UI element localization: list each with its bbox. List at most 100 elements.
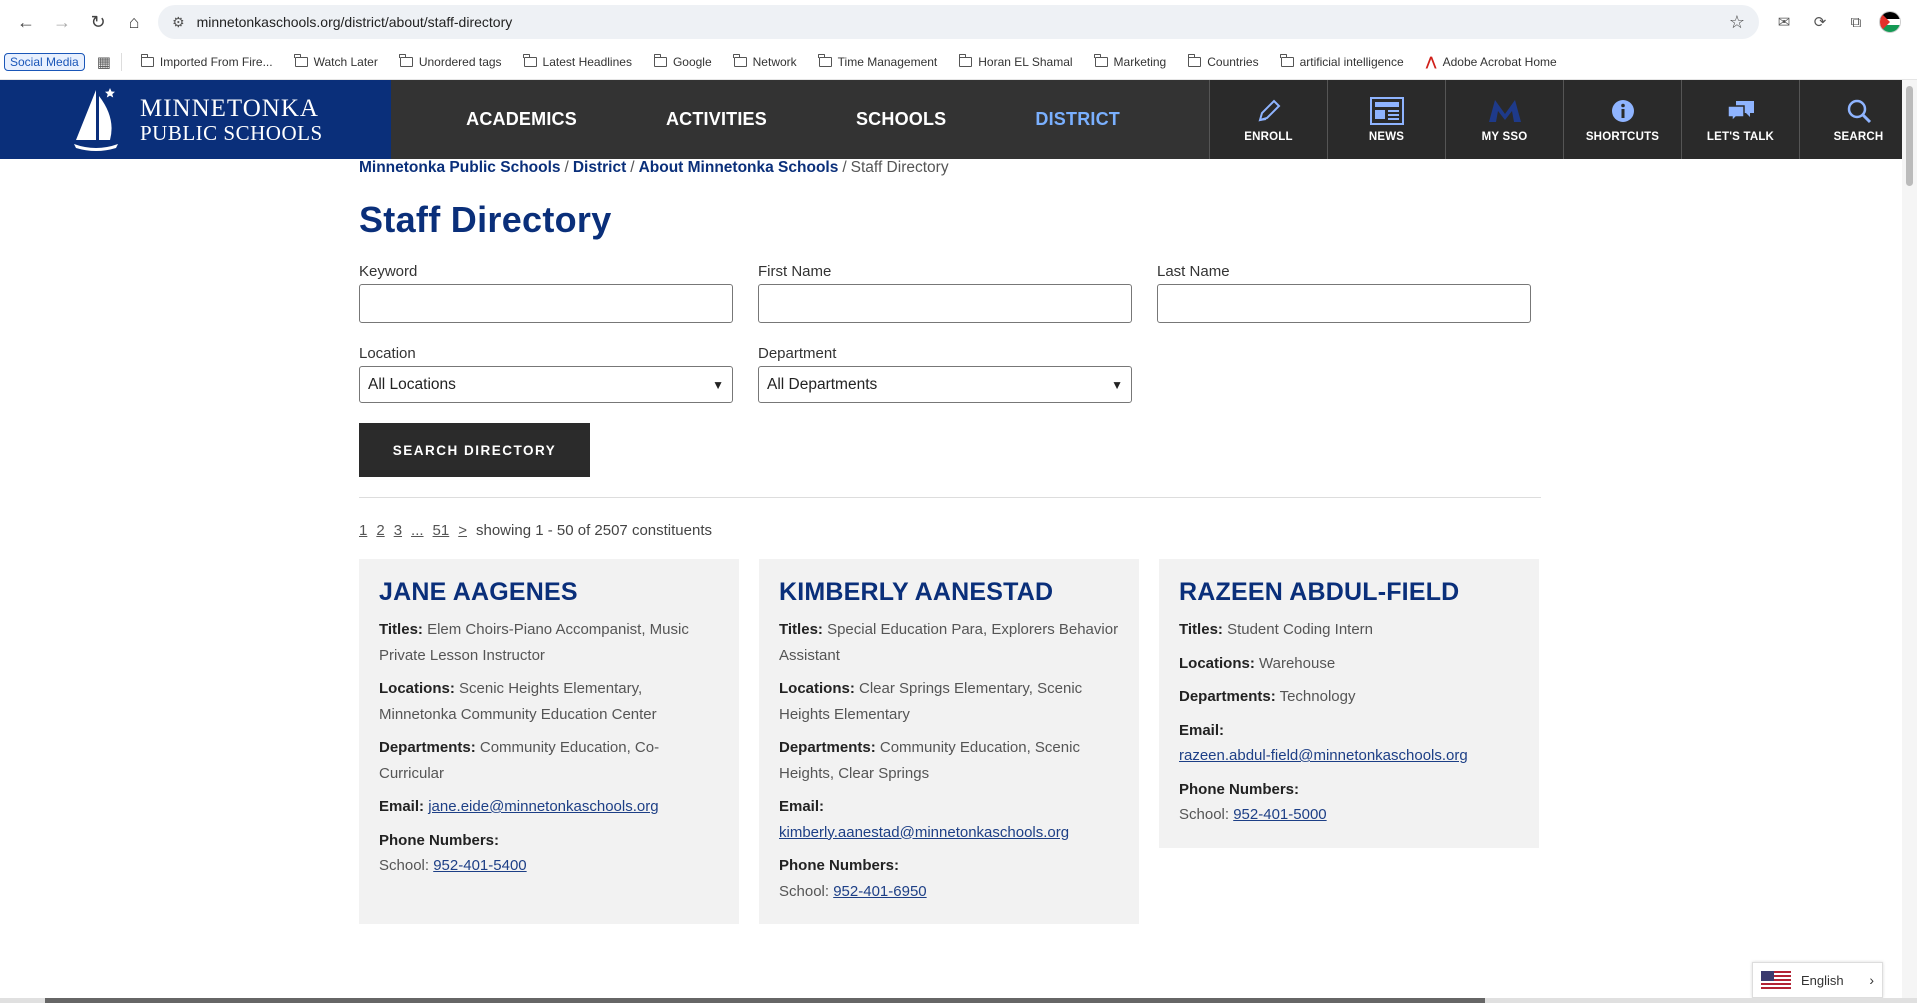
staff-titles: Elem Choirs-Piano Accompanist, Music Pri… — [379, 621, 689, 664]
location-select[interactable]: All Locations ▼ — [359, 366, 733, 403]
page-link[interactable]: 3 — [394, 522, 402, 539]
nav-activities[interactable]: ACTIVITIES — [666, 109, 767, 130]
forward-button[interactable]: → — [44, 4, 80, 40]
folder-icon — [818, 53, 832, 67]
staff-phone-link[interactable]: 952-401-6950 — [833, 883, 926, 900]
department-label: Department — [758, 345, 837, 362]
nav-academics[interactable]: ACADEMICS — [466, 109, 577, 130]
staff-email-link[interactable]: kimberly.aanestad@minnetonkaschools.org — [779, 824, 1069, 841]
search-icon — [1846, 97, 1872, 125]
util-shortcuts[interactable]: SHORTCUTS — [1563, 80, 1681, 159]
first-name-label: First Name — [758, 263, 832, 280]
breadcrumb-current: Staff Directory — [850, 159, 949, 176]
page-title: Staff Directory — [359, 199, 612, 240]
bookmark-folder[interactable]: Marketing — [1086, 53, 1176, 69]
page-link-last[interactable]: 51 — [433, 522, 450, 539]
bookmark-folder[interactable]: Countries — [1179, 53, 1267, 69]
language-selector[interactable]: English › — [1752, 962, 1883, 998]
breadcrumb: Minnetonka Public Schools / District / About… — [359, 159, 949, 176]
browser-toolbar: ← → ↻ ⌂ ⚙ minnetonkaschools.org/district… — [0, 0, 1917, 44]
bookmark-folder[interactable]: Time Management — [810, 53, 947, 69]
util-search[interactable]: SEARCH — [1799, 80, 1917, 159]
breadcrumb-home[interactable]: Minnetonka Public Schools — [359, 159, 561, 176]
scrollbar-thumb[interactable] — [45, 998, 1485, 1003]
folder-icon — [1094, 53, 1108, 67]
folder-icon — [958, 53, 973, 67]
bookmark-star-icon[interactable]: ☆ — [1729, 12, 1745, 33]
staff-email-link[interactable]: razeen.abdul-field@minnetonkaschools.org — [1179, 747, 1468, 764]
horizontal-scrollbar[interactable] — [0, 998, 1917, 1003]
bookmark-folder[interactable]: Google — [645, 53, 721, 69]
page-link[interactable]: 2 — [376, 522, 384, 539]
mail-extension-icon[interactable]: ✉ — [1771, 9, 1797, 35]
staff-email-link[interactable]: jane.eide@minnetonkaschools.org — [428, 798, 658, 815]
pagination: 1 2 3 ... 51 > showing 1 - 50 of 2507 co… — [359, 522, 1541, 539]
sailboat-logo-icon — [74, 87, 118, 151]
search-form-row-1: Keyword First Name Last Name — [359, 263, 1541, 323]
staff-card: JANE AAGENES Titles: Elem Choirs-Piano A… — [359, 559, 739, 924]
back-button[interactable]: ← — [8, 4, 44, 40]
vertical-scrollbar[interactable] — [1902, 80, 1917, 1003]
bookmark-social-media[interactable]: Social Media — [4, 52, 85, 71]
nav-schools[interactable]: SCHOOLS — [856, 109, 946, 130]
site-logo[interactable]: MINNETONKA PUBLIC SCHOOLS — [0, 80, 392, 159]
staff-phone-link[interactable]: 952-401-5400 — [433, 857, 526, 874]
location-label: Location — [359, 345, 416, 362]
extensions-puzzle-icon[interactable]: ⧉ — [1843, 9, 1869, 35]
department-select[interactable]: All Departments ▼ — [758, 366, 1132, 403]
profile-avatar[interactable] — [1879, 11, 1901, 33]
apps-grid-icon[interactable]: ▦ — [97, 52, 122, 71]
sync-extension-icon[interactable]: ⟳ — [1807, 9, 1833, 35]
nav-district[interactable]: DISTRICT — [1035, 109, 1120, 130]
site-info-icon[interactable]: ⚙ — [172, 14, 185, 31]
staff-cards: JANE AAGENES Titles: Elem Choirs-Piano A… — [359, 559, 1541, 924]
page-link[interactable]: 1 — [359, 522, 367, 539]
staff-departments: Technology — [1279, 688, 1356, 705]
bookmark-folder[interactable]: Horan EL Shamal — [950, 53, 1081, 69]
search-directory-button[interactable]: SEARCH DIRECTORY — [359, 423, 590, 477]
bookmark-folder[interactable]: Unordered tags — [391, 53, 511, 69]
site-header: MINNETONKA PUBLIC SCHOOLS ACADEMICS ACTI… — [0, 80, 1917, 159]
language-label: English — [1801, 972, 1844, 988]
home-button[interactable]: ⌂ — [116, 4, 152, 40]
util-my-sso[interactable]: MY SSO — [1445, 80, 1563, 159]
staff-titles: Special Education Para, Explorers Behavi… — [779, 621, 1119, 664]
reload-button[interactable]: ↻ — [80, 4, 116, 40]
breadcrumb-district[interactable]: District — [573, 159, 626, 176]
last-name-label: Last Name — [1157, 263, 1230, 280]
util-lets-talk[interactable]: LET'S TALK — [1681, 80, 1799, 159]
scrollbar-thumb[interactable] — [1906, 86, 1913, 186]
keyword-input[interactable] — [359, 284, 733, 323]
bookmark-acrobat[interactable]: ⋀ Adobe Acrobat Home — [1417, 54, 1566, 70]
bookmark-folder[interactable]: Imported From Fire... — [132, 53, 282, 69]
staff-titles: Student Coding Intern — [1227, 621, 1374, 638]
bookmark-folder[interactable]: Latest Headlines — [515, 53, 641, 69]
minnetonka-m-icon — [1487, 97, 1523, 125]
first-name-input[interactable] — [758, 284, 1132, 323]
folder-icon — [523, 53, 537, 67]
util-news[interactable]: NEWS — [1327, 80, 1445, 159]
chevron-down-icon: ▼ — [712, 377, 724, 392]
url-text[interactable]: minnetonkaschools.org/district/about/sta… — [197, 14, 1729, 30]
folder-icon — [1280, 53, 1294, 67]
last-name-input[interactable] — [1157, 284, 1531, 323]
main-content: Minnetonka Public Schools / District / About… — [359, 159, 1541, 924]
bookmark-folder[interactable]: artificial intelligence — [1272, 53, 1413, 69]
address-bar[interactable]: ⚙ minnetonkaschools.org/district/about/s… — [158, 5, 1759, 39]
divider — [359, 497, 1541, 498]
page-ellipsis[interactable]: ... — [411, 522, 424, 539]
staff-card: RAZEEN ABDUL-FIELD Titles: Student Codin… — [1159, 559, 1539, 848]
bookmark-folder[interactable]: Network — [725, 53, 806, 69]
chevron-down-icon: ▼ — [1111, 377, 1123, 392]
page-next[interactable]: > — [458, 522, 467, 539]
bookmark-folder[interactable]: Watch Later — [286, 53, 387, 69]
util-enroll[interactable]: ENROLL — [1209, 80, 1327, 159]
staff-name: JANE AAGENES — [379, 578, 578, 606]
staff-name: KIMBERLY AANESTAD — [779, 578, 1054, 606]
breadcrumb-about[interactable]: About Minnetonka Schools — [639, 159, 839, 176]
folder-icon — [733, 53, 747, 67]
keyword-label: Keyword — [359, 263, 418, 280]
logo-line-1: MINNETONKA — [140, 94, 319, 122]
staff-phone-link[interactable]: 952-401-5000 — [1233, 806, 1326, 823]
info-icon — [1611, 97, 1635, 125]
